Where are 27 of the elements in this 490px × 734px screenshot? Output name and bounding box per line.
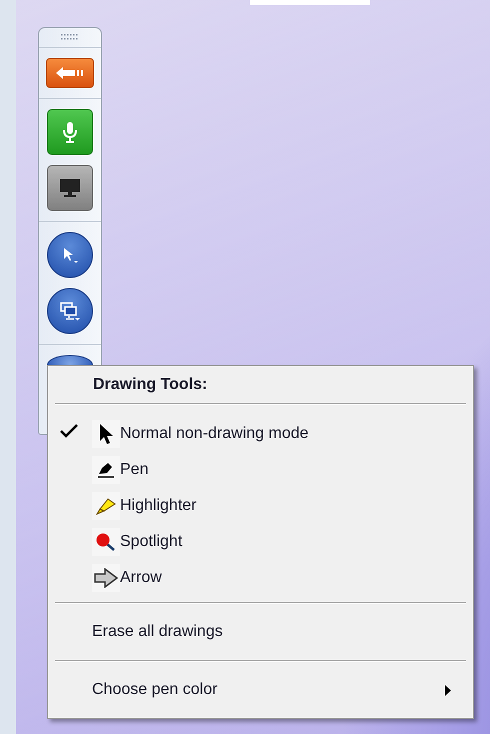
submenu-arrow-icon: [445, 684, 451, 696]
grip-icon[interactable]: [61, 34, 79, 40]
menu-item[interactable]: Spotlight: [48, 524, 473, 560]
menu-title: Drawing Tools:: [93, 376, 208, 394]
left-arrow-icon: [55, 66, 85, 80]
menu-item[interactable]: Choose pen color: [48, 662, 473, 718]
round-button[interactable]: [47, 355, 93, 365]
pointer-button[interactable]: [47, 232, 93, 278]
checkmark-icon: [60, 424, 78, 438]
menu-item[interactable]: Pen: [48, 452, 473, 488]
menu-item[interactable]: Normal non-drawing mode: [48, 416, 473, 452]
monitor-button[interactable]: [47, 165, 93, 211]
monitors-icon: [59, 301, 81, 321]
monitor-icon: [59, 178, 81, 198]
menu-item[interactable]: Erase all drawings: [48, 604, 473, 660]
microphone-button[interactable]: [47, 109, 93, 155]
spotlight-icon: [95, 532, 117, 552]
highlighter-icon: [95, 496, 117, 516]
cursor-icon: [61, 246, 79, 264]
pen-icon: [96, 461, 116, 479]
right-arrow-icon: [93, 568, 119, 588]
menu-item[interactable]: Arrow: [48, 560, 473, 596]
displays-button[interactable]: [47, 288, 93, 334]
cursor-icon: [97, 423, 115, 445]
menu-item[interactable]: Highlighter: [48, 488, 473, 524]
microphone-icon: [62, 121, 78, 143]
back-button[interactable]: [46, 58, 94, 88]
